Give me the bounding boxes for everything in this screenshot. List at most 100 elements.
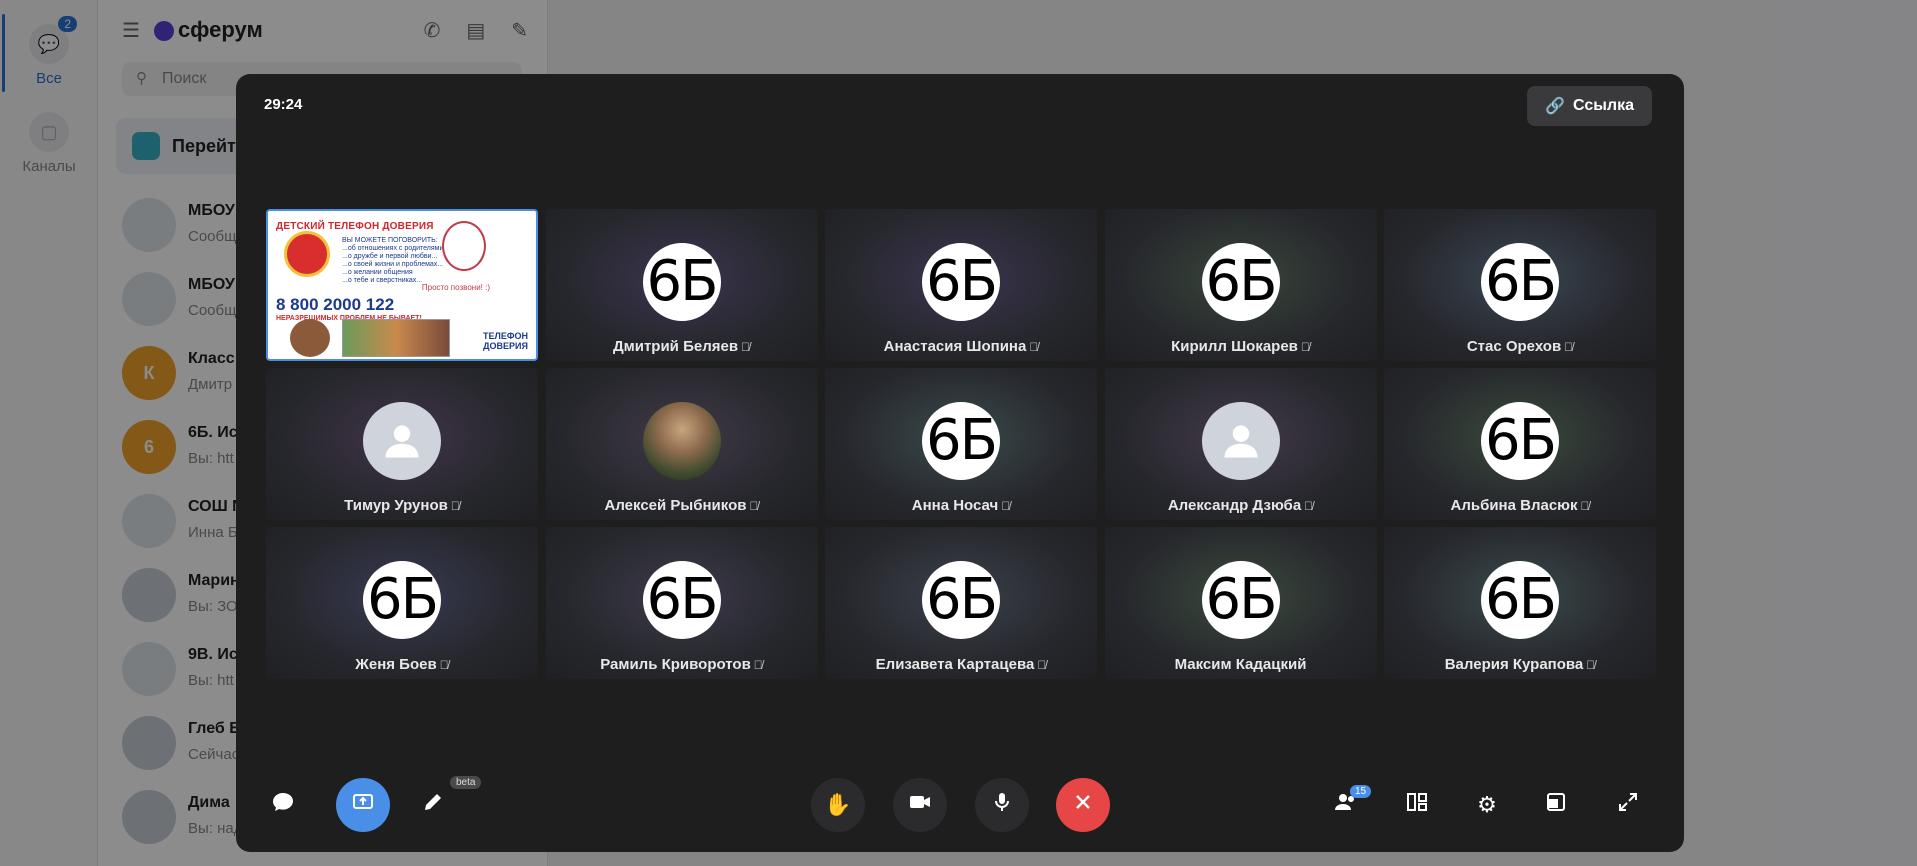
microphone-icon — [990, 790, 1014, 820]
picture-in-picture-icon — [1544, 790, 1568, 820]
participant-name: Альбина Власюк — [1450, 497, 1578, 514]
participant-avatar: 6Б — [1201, 561, 1280, 639]
close-icon — [1071, 790, 1095, 820]
call-window: 29:24 🔗 Ссылка ДЕТСКИЙ ТЕЛЕФОН ДОВЕРИЯ ВЫ… — [236, 74, 1684, 852]
participant-avatar: 6Б — [642, 243, 721, 321]
raise-hand-button[interactable]: ✋ — [811, 778, 865, 832]
poster-line: ...о своей жизни и проблемах... — [342, 261, 444, 268]
expand-icon — [1616, 790, 1640, 820]
participant-avatar: 6Б — [922, 243, 1000, 321]
poster-line: ...о дружбе и первой любви... — [342, 253, 438, 260]
camera-button[interactable] — [893, 778, 947, 832]
end-call-button[interactable] — [1056, 778, 1110, 832]
minimize-button[interactable] — [1529, 778, 1583, 832]
poster-line: ...о желании общения — [342, 269, 413, 276]
poster-phone: 8 800 2000 122 — [276, 295, 395, 314]
mic-muted-icon: 🎙̸ — [450, 499, 460, 513]
poster-line: ...о тебе и сверстниках... — [342, 277, 423, 284]
participant-tile[interactable]: 6Б Анна Носач 🎙̸ — [825, 368, 1097, 520]
link-icon: 🔗 — [1545, 98, 1566, 115]
hand-icon: ✋ — [824, 792, 852, 817]
participant-name: Анастасия Шопина — [883, 338, 1027, 355]
participant-name: Валерия Курапова — [1444, 656, 1584, 673]
phone-illustration — [284, 231, 330, 277]
mic-muted-icon: 🎙̸ — [1564, 340, 1574, 354]
participant-name-row: Кирилл Шокарев 🎙̸ — [1105, 338, 1377, 355]
participant-avatar: 6Б — [1481, 561, 1559, 639]
screen-share-button[interactable] — [336, 778, 390, 832]
mic-muted-icon: 🎙̸ — [749, 499, 759, 513]
participant-name-row: Дмитрий Беляев 🎙̸ — [546, 338, 818, 355]
mic-muted-icon: 🎙̸ — [1300, 340, 1310, 354]
screen-share-tile[interactable]: ДЕТСКИЙ ТЕЛЕФОН ДОВЕРИЯ ВЫ МОЖЕТЕ ПОГОВО… — [266, 209, 538, 361]
chat-button[interactable] — [256, 778, 310, 832]
participant-name: Рамиль Криворотов — [600, 656, 751, 673]
mic-muted-icon: 🎙̸ — [741, 340, 751, 354]
participant-avatar: 6Б — [642, 561, 721, 639]
mic-muted-icon: 🎙̸ — [1304, 499, 1314, 513]
copy-link-button[interactable]: 🔗 Ссылка — [1527, 86, 1652, 126]
gear-icon: ⚙ — [1477, 792, 1497, 817]
settings-button[interactable]: ⚙ — [1460, 778, 1514, 832]
copy-link-label: Ссылка — [1573, 97, 1634, 114]
participant-tile[interactable]: 6Б Дмитрий Беляев 🎙̸ — [545, 209, 818, 361]
participant-name: Елизавета Картацева — [875, 656, 1035, 673]
participant-tile[interactable]: 6Б Женя Боев 🎙̸ — [266, 527, 538, 679]
poster-line: ...об отношениях с родителями — [342, 245, 444, 252]
call-timer: 29:24 — [264, 96, 303, 113]
participant-tile[interactable]: 6Б Кирилл Шокарев 🎙̸ — [1104, 209, 1377, 361]
participant-tile[interactable]: Тимур Урунов 🎙̸ — [266, 368, 538, 520]
participant-name: Кирилл Шокарев — [1171, 338, 1298, 355]
beta-badge: beta — [450, 776, 482, 789]
participant-name-row: Альбина Власюк 🎙̸ — [1384, 497, 1656, 514]
participant-photo — [642, 402, 721, 480]
poster-title: ДЕТСКИЙ ТЕЛЕФОН ДОВЕРИЯ — [276, 221, 434, 232]
mic-muted-icon: 🎙̸ — [1586, 658, 1596, 672]
participant-tile[interactable]: 6Б Валерия Курапова 🎙̸ — [1384, 527, 1656, 679]
participant-avatar: 6Б — [1481, 402, 1559, 480]
mic-muted-icon: 🎙̸ — [1037, 658, 1047, 672]
participant-tile[interactable]: 6Б Максим Кадацкий — [1104, 527, 1377, 679]
participant-tile[interactable]: Алексей Рыбников 🎙̸ — [545, 368, 818, 520]
participant-avatar: 6Б — [922, 561, 1000, 639]
chat-bubble-icon — [271, 790, 295, 820]
character-illustration — [290, 319, 330, 357]
mic-muted-icon: 🎙̸ — [439, 658, 449, 672]
mic-muted-icon: 🎙̸ — [753, 658, 763, 672]
mic-muted-icon: 🎙̸ — [1580, 499, 1590, 513]
person-placeholder-icon — [1201, 402, 1280, 480]
camera-icon — [908, 790, 932, 820]
layout-icon — [1405, 790, 1429, 820]
participant-tile[interactable]: 6Б Стас Орехов 🎙̸ — [1384, 209, 1656, 361]
poster-photo — [342, 319, 450, 357]
participant-name: Александр Дзюба — [1167, 497, 1302, 514]
participant-tile[interactable]: 6Б Альбина Власюк 🎙̸ — [1384, 368, 1656, 520]
participant-name-row: Рамиль Криворотов 🎙̸ — [546, 656, 818, 673]
participant-name-row: Тимур Урунов 🎙̸ — [266, 497, 538, 514]
participant-tile[interactable]: 6Б Елизавета Картацева 🎙̸ — [825, 527, 1097, 679]
participant-name: Дмитрий Беляев — [612, 338, 739, 355]
participant-avatar: 6Б — [1481, 243, 1559, 321]
participant-name: Алексей Рыбников — [604, 497, 747, 514]
participant-name: Тимур Урунов — [344, 497, 448, 514]
person-placeholder-icon — [363, 402, 441, 480]
participant-tile[interactable]: 6Б Анастасия Шопина 🎙̸ — [825, 209, 1097, 361]
microphone-button[interactable] — [975, 778, 1029, 832]
participant-name-row: Женя Боев 🎙̸ — [266, 656, 538, 673]
layout-button[interactable] — [1390, 778, 1444, 832]
mic-muted-icon: 🎙̸ — [1001, 499, 1011, 513]
participant-name-row: Алексей Рыбников 🎙̸ — [546, 497, 818, 514]
participant-avatar: 6Б — [922, 402, 1000, 480]
participant-name-row: Александр Дзюба 🎙̸ — [1105, 497, 1377, 514]
fullscreen-button[interactable] — [1601, 778, 1655, 832]
participant-name-row: Анастасия Шопина 🎙̸ — [825, 338, 1097, 355]
participant-name-row: Стас Орехов 🎙̸ — [1384, 338, 1656, 355]
pencil-icon — [421, 790, 445, 820]
participant-name: Максим Кадацкий — [1174, 656, 1307, 673]
mic-muted-icon: 🎙̸ — [1029, 340, 1039, 354]
poster-graphic — [442, 221, 486, 271]
participant-tile[interactable]: Александр Дзюба 🎙̸ — [1104, 368, 1377, 520]
participant-name: Анна Носач — [911, 497, 999, 514]
poster-line: ВЫ МОЖЕТЕ ПОГОВОРИТЬ: — [342, 237, 438, 244]
participant-tile[interactable]: 6Б Рамиль Криворотов 🎙̸ — [545, 527, 818, 679]
